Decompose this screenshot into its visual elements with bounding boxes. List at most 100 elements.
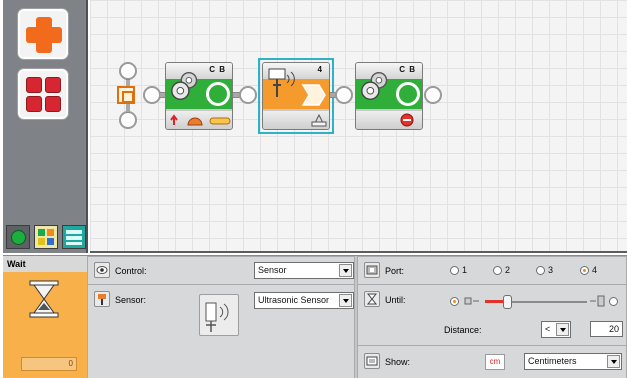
- radio-circle[interactable]: [536, 265, 545, 275]
- comparison-dropdown-value: <: [545, 324, 551, 334]
- radio-circle[interactable]: [609, 297, 618, 306]
- grid-square-icon: [26, 96, 42, 112]
- config-side-panel: Wait 0: [3, 256, 87, 378]
- chevron-down-icon[interactable]: [339, 264, 352, 277]
- green-circle-icon: [11, 230, 26, 245]
- distance-label: Distance:: [444, 325, 482, 335]
- wait-settings-right-pane: Port: 1 2 3 4 Until: Distance: < 20 Show…: [357, 256, 627, 378]
- divider: [358, 284, 626, 285]
- distance-input[interactable]: 20: [590, 321, 623, 337]
- port-radio-label: 4: [592, 265, 598, 275]
- unit-dropdown[interactable]: Centimeters: [524, 353, 622, 370]
- sensor-dropdown[interactable]: Ultrasonic Sensor: [254, 292, 354, 309]
- wait-settings-left-pane: Control: Sensor Sensor: Ultrasonic Senso…: [87, 256, 355, 378]
- palette-tabs: [6, 225, 90, 251]
- near-object-icon: [464, 297, 479, 305]
- sensor-label: Sensor:: [115, 295, 147, 305]
- until-label: Until:: [385, 295, 406, 305]
- block-ports-label: C B: [209, 65, 226, 74]
- chevron-down-icon[interactable]: [607, 355, 620, 368]
- divider: [358, 345, 626, 346]
- sequence-ring: [143, 86, 161, 104]
- puzzle-icon: [38, 229, 54, 245]
- configuration-panel: Wait 0 Control: Sensor Sensor: Ultrasoni…: [3, 255, 627, 378]
- port-radio-3[interactable]: 3: [536, 265, 553, 275]
- control-dropdown-value: Sensor: [258, 265, 287, 275]
- start-point-icon[interactable]: [117, 86, 135, 104]
- unit-dropdown-value: Centimeters: [528, 356, 577, 366]
- chevron-down-icon[interactable]: [339, 294, 352, 307]
- common-palette-button[interactable]: [17, 8, 69, 60]
- ultrasonic-sensor-glyph: [205, 302, 229, 332]
- complete-tab[interactable]: [34, 225, 58, 249]
- gear-icon: [361, 71, 388, 101]
- sequence-ring: [335, 86, 353, 104]
- stack-icon: [66, 230, 82, 245]
- distance-slider-knob[interactable]: [503, 295, 512, 309]
- unit-badge: cm: [485, 354, 505, 370]
- control-label: Control:: [115, 266, 147, 276]
- comparison-dropdown[interactable]: <: [541, 321, 571, 338]
- radio-circle[interactable]: [493, 265, 502, 275]
- grid-square-icon: [45, 77, 61, 93]
- port-radio-label: 2: [505, 265, 511, 275]
- port-radio-label: 1: [462, 265, 468, 275]
- sensor-icon-glyph: [98, 294, 106, 305]
- config-counter: 0: [21, 357, 77, 371]
- ultrasonic-sensor-icon: [199, 294, 239, 336]
- hourglass-icon-glyph: [366, 293, 378, 305]
- move-settings-icons: [170, 114, 231, 126]
- port-radio-4[interactable]: 4: [580, 265, 597, 275]
- until-far-radio[interactable]: [609, 297, 618, 306]
- until-near-radio[interactable]: [450, 297, 459, 306]
- eye-icon-glyph: [96, 266, 108, 274]
- gear-icon: [171, 71, 198, 101]
- radio-circle-selected[interactable]: [450, 297, 459, 306]
- radio-circle-selected[interactable]: [580, 265, 589, 275]
- control-dropdown[interactable]: Sensor: [254, 262, 354, 279]
- wheel-icon: [396, 82, 420, 106]
- hourglass-icon: [364, 291, 380, 307]
- sequence-ring: [239, 86, 257, 104]
- show-label: Show:: [385, 357, 411, 367]
- grid-square-icon: [45, 96, 61, 112]
- move-block-1[interactable]: C B: [165, 62, 233, 130]
- ultrasonic-sensor-icon: [268, 68, 295, 97]
- far-object-icon: [590, 295, 605, 307]
- sequence-ring: [119, 111, 137, 129]
- stop-icon: [400, 113, 414, 127]
- port-icon-glyph: [366, 265, 378, 275]
- custom-tab[interactable]: [62, 225, 86, 249]
- wheel-icon: [206, 82, 230, 106]
- display-icon-glyph: [366, 356, 378, 366]
- divider: [88, 284, 354, 285]
- block-ports-label: 4: [317, 65, 323, 74]
- port-icon: [364, 262, 380, 278]
- move-block-2[interactable]: C B: [355, 62, 423, 130]
- display-icon: [364, 353, 380, 369]
- port-radio-1[interactable]: 1: [450, 265, 467, 275]
- common-tab[interactable]: [6, 225, 30, 249]
- eye-icon: [94, 262, 110, 278]
- wait-ultrasonic-block[interactable]: 4: [262, 62, 330, 130]
- distance-setting-icon: [311, 113, 327, 127]
- config-title: Wait: [7, 259, 26, 269]
- distance-slider[interactable]: [485, 295, 587, 309]
- chevron-down-icon[interactable]: [556, 323, 569, 336]
- port-label: Port:: [385, 266, 405, 276]
- sensor-icon: [94, 291, 110, 307]
- sensor-dropdown-value: Ultrasonic Sensor: [258, 295, 330, 305]
- radio-circle[interactable]: [450, 265, 459, 275]
- port-radio-2[interactable]: 2: [493, 265, 510, 275]
- wave-shape-icon: [301, 84, 326, 106]
- plus-icon-bar: [26, 27, 62, 43]
- program-canvas[interactable]: C B 4 C B: [90, 0, 627, 253]
- sequence-end-ring: [424, 86, 442, 104]
- sequence-ring: [119, 62, 137, 80]
- hourglass-icon: [29, 280, 59, 318]
- block-palette: [3, 0, 88, 253]
- block-ports-label: C B: [399, 65, 416, 74]
- grid-square-icon: [26, 77, 42, 93]
- complete-palette-button[interactable]: [17, 68, 69, 120]
- port-radio-label: 3: [548, 265, 554, 275]
